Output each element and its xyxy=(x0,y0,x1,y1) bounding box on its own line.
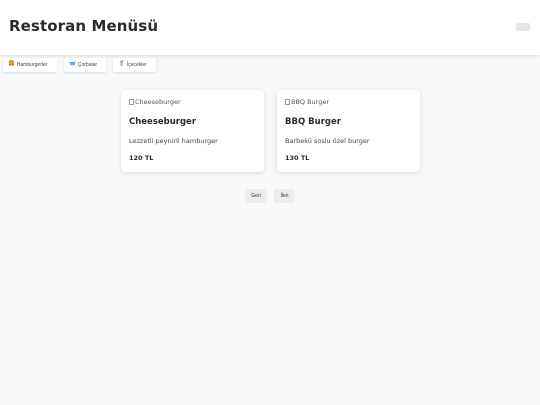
item-description: Lezzetli peynirli hamburger xyxy=(129,137,218,145)
item-price: 120 TL xyxy=(129,154,154,162)
previous-page-button[interactable]: Geri xyxy=(245,189,267,203)
burger-icon: 🍔 xyxy=(8,61,15,68)
category-button-icecekler[interactable]: 🥤 İçecekler xyxy=(113,58,156,72)
category-button-corbalar[interactable]: 🥣 Çorbalar xyxy=(64,58,106,72)
category-button-hamburgerler[interactable]: 🍔 Hamburgerler xyxy=(3,58,57,72)
drink-cup-icon: 🥤 xyxy=(118,61,125,68)
image-alt-text: Cheeseburger xyxy=(135,98,181,106)
item-name: BBQ Burger xyxy=(285,117,341,127)
next-page-button[interactable]: İleri xyxy=(274,189,295,203)
item-image: BBQ Burger xyxy=(285,98,329,106)
item-name: Cheeseburger xyxy=(129,117,197,127)
item-description: Barbekü soslu özel burger xyxy=(285,137,370,145)
category-label: Hamburgerler xyxy=(16,62,48,68)
menu-toggle-button[interactable] xyxy=(516,23,530,31)
menu-item-card[interactable]: Cheeseburger Cheeseburger Lezzetli peyni… xyxy=(121,90,264,172)
page-title: Restoran Menüsü xyxy=(9,17,159,35)
top-header: Restoran Menüsü xyxy=(0,0,540,55)
category-label: İçecekler xyxy=(126,62,147,68)
category-label: Çorbalar xyxy=(77,62,98,68)
menu-item-card[interactable]: BBQ Burger BBQ Burger Barbekü soslu özel… xyxy=(277,90,420,172)
item-price: 130 TL xyxy=(285,154,310,162)
image-alt-text: BBQ Burger xyxy=(291,98,330,106)
broken-image-icon xyxy=(285,99,290,105)
soup-bowl-icon: 🥣 xyxy=(69,61,76,68)
item-image: Cheeseburger xyxy=(129,98,181,106)
broken-image-icon xyxy=(129,99,134,105)
